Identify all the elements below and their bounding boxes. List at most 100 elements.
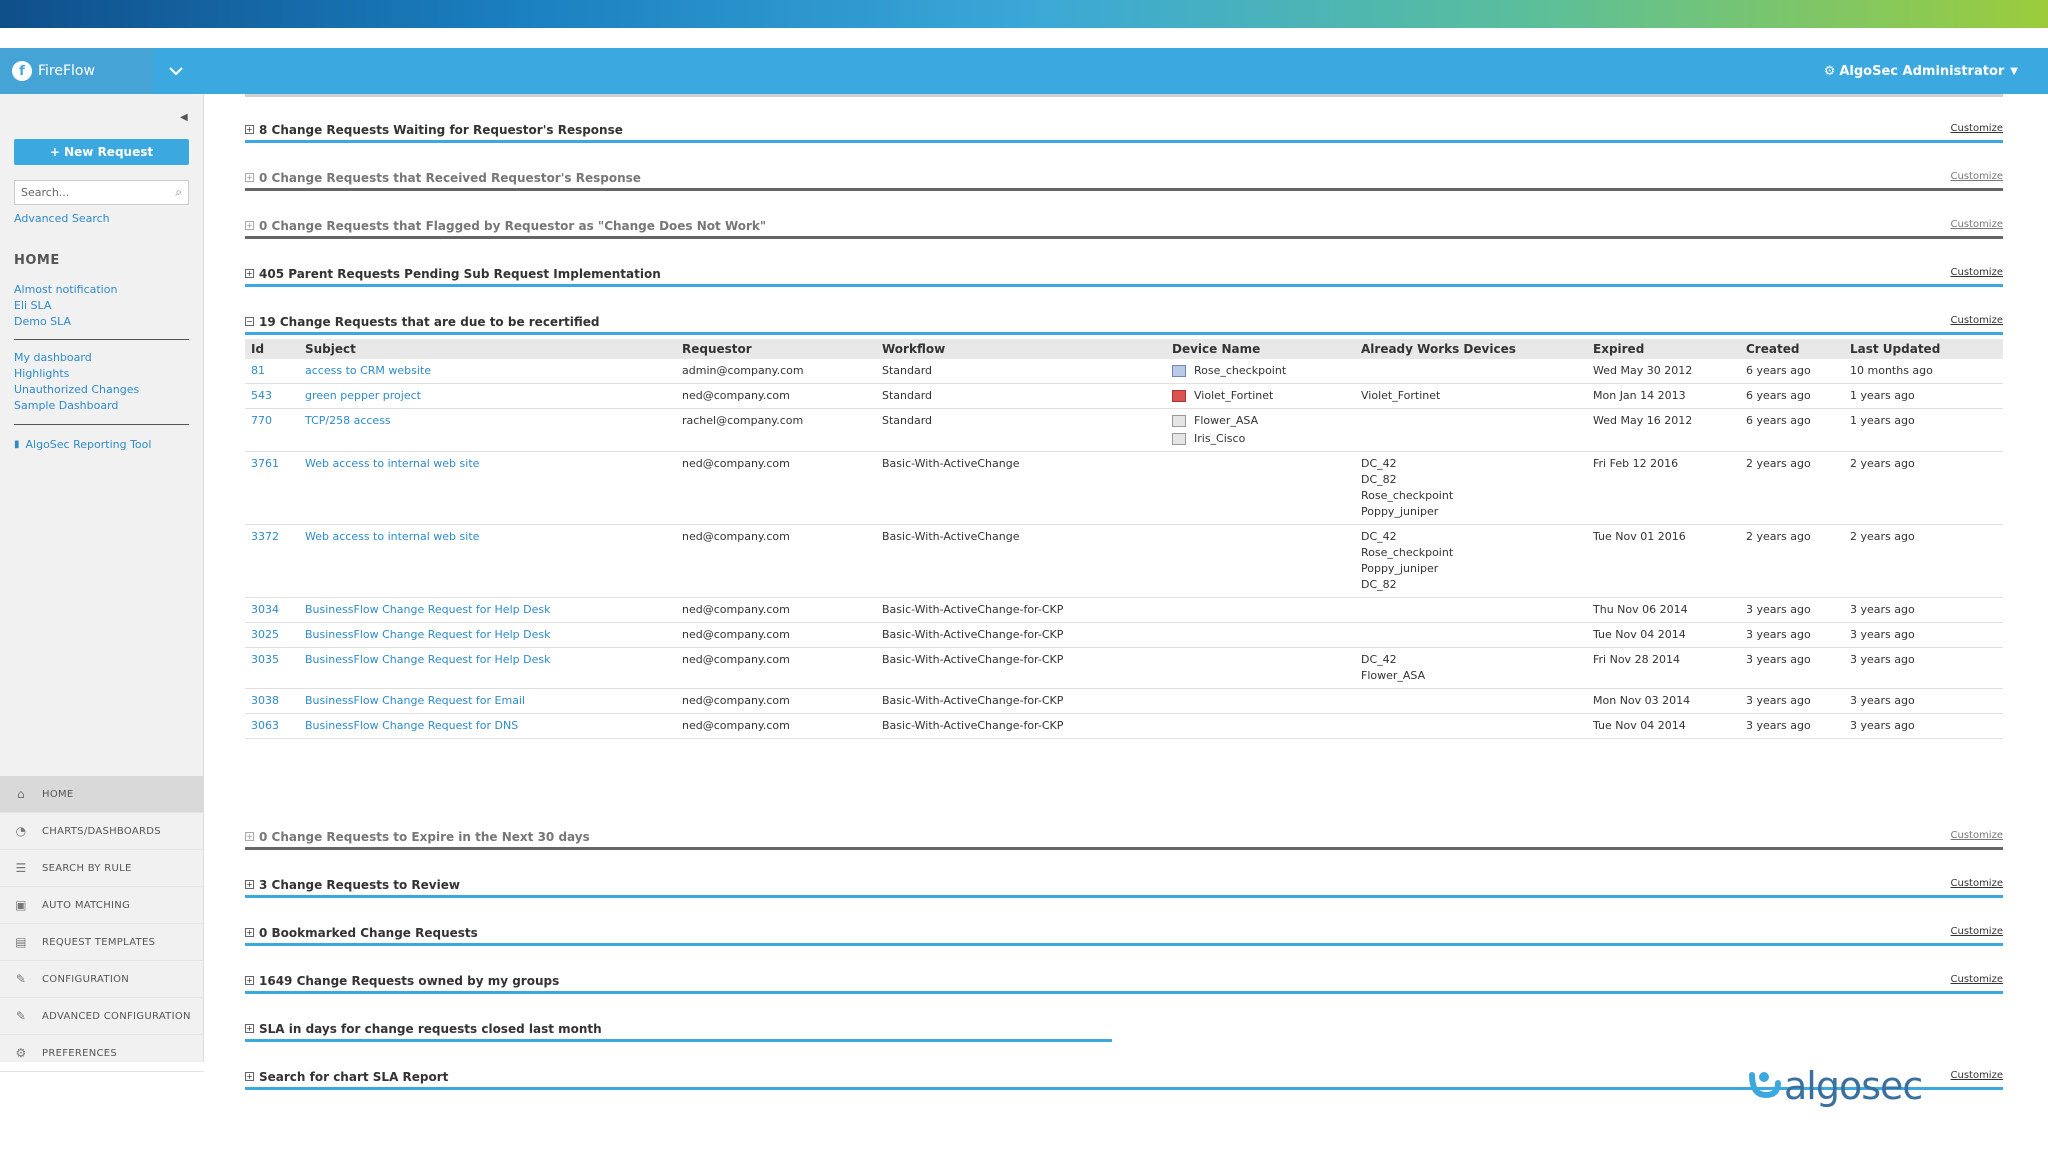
request-id[interactable]: 3035 [245,647,299,689]
request-subject[interactable]: Web access to internal web site [299,524,676,598]
customize-link[interactable]: Customize [1951,974,2004,985]
expand-icon[interactable]: + [245,976,254,985]
sidebar-link[interactable]: Almost notification [14,282,117,298]
column-header[interactable]: Workflow [876,339,1166,359]
section-title[interactable]: 1649 Change Requests owned by my groups [259,974,559,988]
expand-icon[interactable]: + [245,269,254,278]
request-id[interactable]: 3372 [245,524,299,598]
request-subject[interactable]: BusinessFlow Change Request for Help Des… [299,597,676,623]
nav-configuration[interactable]: ✎ CONFIGURATION [0,961,204,998]
request-subject[interactable]: green pepper project [299,383,676,409]
column-header[interactable]: Requestor [676,339,876,359]
expand-icon[interactable]: + [245,125,254,134]
customize-link[interactable]: Customize [1951,878,2004,889]
column-header[interactable]: Subject [299,339,676,359]
sidebar-link[interactable]: Demo SLA [14,314,117,330]
reporting-tool-link[interactable]: ▮ AlgoSec Reporting Tool [14,438,151,451]
customize-link[interactable]: Customize [1951,219,2004,230]
table-row[interactable]: 3025 BusinessFlow Change Request for Hel… [245,622,2003,648]
sidebar-link[interactable]: My dashboard [14,350,139,366]
table-row[interactable]: 3038 BusinessFlow Change Request for Ema… [245,688,2003,714]
column-header[interactable]: Expired [1587,339,1740,359]
customize-link[interactable]: Customize [1951,315,2004,326]
table-row[interactable]: 770 TCP/258 access rachel@company.com St… [245,408,2003,452]
column-header[interactable]: Id [245,339,299,359]
app-switcher-button[interactable] [153,48,198,94]
request-id[interactable]: 3025 [245,622,299,648]
search-input[interactable]: Search... ⌕ [14,180,189,205]
request-id[interactable]: 3038 [245,688,299,714]
request-subject[interactable]: access to CRM website [299,359,676,384]
section-title[interactable]: SLA in days for change requests closed l… [259,1022,602,1036]
sidebar-divider [14,424,189,425]
expand-icon[interactable]: + [245,880,254,889]
advanced-search-link[interactable]: Advanced Search [14,212,110,225]
expand-icon[interactable]: + [245,173,254,182]
request-id[interactable]: 81 [245,359,299,384]
section-title[interactable]: Search for chart SLA Report [259,1070,448,1084]
table-row[interactable]: 3372 Web access to internal web site ned… [245,524,2003,598]
column-header[interactable]: Device Name [1166,339,1355,359]
section-title[interactable]: 19 Change Requests that are due to be re… [259,315,599,329]
nav-charts-dashboards[interactable]: ◔ CHARTS/DASHBOARDS [0,813,204,850]
customize-link[interactable]: Customize [1951,171,2004,182]
sidebar-link[interactable]: Unauthorized Changes [14,382,139,398]
section-title[interactable]: 0 Bookmarked Change Requests [259,926,478,940]
request-subject[interactable]: Web access to internal web site [299,451,676,525]
column-header[interactable]: Already Works Devices [1355,339,1587,359]
sidebar-link[interactable]: Eli SLA [14,298,117,314]
section-bookmarked: + 0 Bookmarked Change Requests Customize [245,897,2004,946]
column-header[interactable]: Last Updated [1844,339,2003,359]
sidebar-link[interactable]: Sample Dashboard [14,398,139,414]
customize-link[interactable]: Customize [1951,1070,2004,1081]
request-id[interactable]: 3761 [245,451,299,525]
table-row[interactable]: 3034 BusinessFlow Change Request for Hel… [245,597,2003,623]
expand-icon[interactable]: + [245,832,254,841]
collapse-icon[interactable]: − [245,317,254,326]
request-subject[interactable]: TCP/258 access [299,408,676,452]
table-row[interactable]: 3063 BusinessFlow Change Request for DNS… [245,713,2003,739]
request-subject[interactable]: BusinessFlow Change Request for DNS [299,713,676,739]
request-id[interactable]: 3063 [245,713,299,739]
expand-icon[interactable]: + [245,928,254,937]
collapse-sidebar-icon[interactable]: ◀ [180,112,188,123]
device-label: DC_82 [1361,473,1397,486]
request-id[interactable]: 543 [245,383,299,409]
section-received-response: + 0 Change Requests that Received Reques… [245,142,2004,191]
brand[interactable]: f FireFlow [0,48,153,94]
section-title[interactable]: 3 Change Requests to Review [259,878,460,892]
table-row[interactable]: 543 green pepper project ned@company.com… [245,383,2003,409]
customize-link[interactable]: Customize [1951,830,2004,841]
request-id[interactable]: 3034 [245,597,299,623]
table-row[interactable]: 3035 BusinessFlow Change Request for Hel… [245,647,2003,689]
section-title[interactable]: 8 Change Requests Waiting for Requestor'… [259,123,623,137]
customize-link[interactable]: Customize [1951,267,2004,278]
last-updated: 1 years ago [1844,408,2003,452]
request-subject[interactable]: BusinessFlow Change Request for Email [299,688,676,714]
nav-home[interactable]: ⌂ HOME [0,776,204,813]
section-title[interactable]: 405 Parent Requests Pending Sub Request … [259,267,661,281]
user-menu[interactable]: ⚙ AlgoSec Administrator ▼ [1824,48,2018,94]
search-icon[interactable]: ⌕ [175,185,182,200]
request-id[interactable]: 770 [245,408,299,452]
nav-advanced-configuration[interactable]: ✎ ADVANCED CONFIGURATION [0,998,204,1035]
nav-preferences[interactable]: ⚙ PREFERENCES [0,1035,204,1072]
section-title[interactable]: 0 Change Requests that Flagged by Reques… [259,219,766,233]
customize-link[interactable]: Customize [1951,926,2004,937]
customize-link[interactable]: Customize [1951,123,2004,134]
expand-icon[interactable]: + [245,1072,254,1081]
new-request-button[interactable]: + New Request [14,139,189,165]
sidebar-link[interactable]: Highlights [14,366,139,382]
section-title[interactable]: 0 Change Requests that Received Requesto… [259,171,641,185]
nav-search-by-rule[interactable]: ☰ SEARCH BY RULE [0,850,204,887]
table-row[interactable]: 3761 Web access to internal web site ned… [245,451,2003,525]
expand-icon[interactable]: + [245,221,254,230]
column-header[interactable]: Created [1740,339,1844,359]
request-subject[interactable]: BusinessFlow Change Request for Help Des… [299,647,676,689]
table-row[interactable]: 81 access to CRM website admin@company.c… [245,359,2003,384]
request-subject[interactable]: BusinessFlow Change Request for Help Des… [299,622,676,648]
nav-auto-matching[interactable]: ▣ AUTO MATCHING [0,887,204,924]
nav-request-templates[interactable]: ▤ REQUEST TEMPLATES [0,924,204,961]
expand-icon[interactable]: + [245,1024,254,1033]
section-title[interactable]: 0 Change Requests to Expire in the Next … [259,830,590,844]
